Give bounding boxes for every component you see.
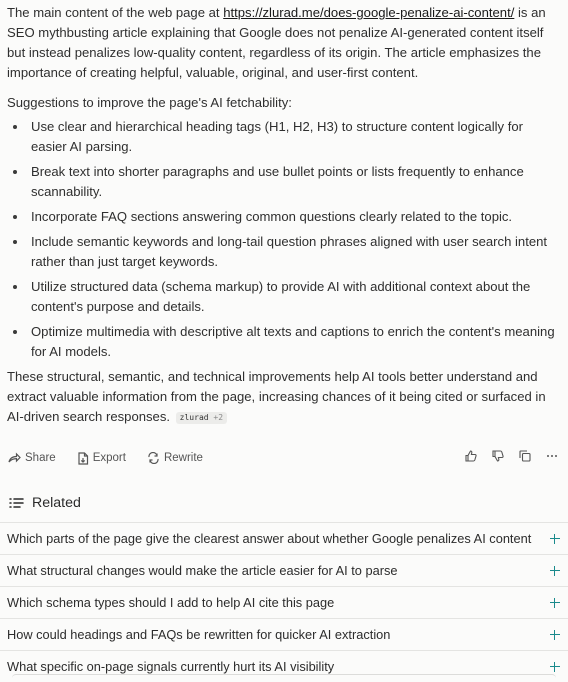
share-button[interactable]: Share: [8, 452, 56, 464]
plus-icon: [550, 565, 560, 576]
share-label: Share: [25, 452, 56, 464]
related-list-icon: [9, 497, 24, 509]
list-item: Utilize structured data (schema markup) …: [7, 277, 555, 317]
list-item: Break text into shorter paragraphs and u…: [7, 162, 555, 202]
closing-paragraph: These structural, semantic, and technica…: [7, 367, 555, 427]
intro-prefix: The main content of the web page at: [7, 5, 224, 20]
rewrite-label: Rewrite: [163, 452, 203, 464]
related-item[interactable]: What structural changes would make the a…: [0, 554, 568, 586]
list-item: Incorporate FAQ sections answering commo…: [7, 207, 555, 227]
related-item-text: Which parts of the page give the cleares…: [7, 531, 532, 546]
related-title: Related: [32, 495, 81, 511]
related-item-text: What structural changes would make the a…: [7, 563, 398, 578]
plus-icon: [550, 629, 560, 640]
export-label: Export: [92, 452, 126, 464]
plus-icon: [550, 661, 560, 672]
list-item: Optimize multimedia with descriptive alt…: [7, 322, 555, 362]
export-button[interactable]: Export: [77, 451, 126, 465]
related-item-text: What specific on-page signals currently …: [7, 659, 335, 674]
citation-badge[interactable]: zlurad +2: [175, 412, 228, 424]
suggestion-list: Use clear and hierarchical heading tags …: [7, 117, 555, 362]
related-item[interactable]: Which schema types should I add to help …: [0, 586, 568, 618]
related-item-text: How could headings and FAQs be rewritten…: [7, 627, 391, 642]
thumbs-down-icon[interactable]: [491, 449, 504, 463]
citation-more: +2: [213, 413, 224, 422]
export-icon: [78, 451, 88, 465]
related-list: Which parts of the page give the cleares…: [0, 522, 568, 682]
rewrite-icon: [148, 452, 159, 464]
list-item: Include semantic keywords and long-tail …: [7, 232, 555, 272]
copy-icon[interactable]: [518, 449, 531, 463]
more-icon[interactable]: [545, 449, 558, 463]
answer-body: The main content of the web page at http…: [7, 0, 555, 427]
intro-paragraph: The main content of the web page at http…: [7, 3, 555, 83]
related-item-text: Which schema types should I add to help …: [7, 595, 335, 610]
closing-text: These structural, semantic, and technica…: [7, 369, 546, 424]
citation-source: zlurad: [179, 413, 209, 422]
related-heading: Related: [9, 495, 81, 511]
answer-actions: Share Export Rewrite: [8, 449, 558, 467]
list-item: Use clear and hierarchical heading tags …: [7, 117, 555, 157]
plus-icon: [550, 597, 560, 608]
follow-up-input-edge[interactable]: [12, 674, 556, 678]
suggestions-heading: Suggestions to improve the page's AI fet…: [7, 95, 292, 110]
source-link[interactable]: https://zlurad.me/does-google-penalize-a…: [223, 5, 514, 20]
related-item[interactable]: Which parts of the page give the cleares…: [0, 522, 568, 554]
rewrite-button[interactable]: Rewrite: [147, 452, 203, 464]
related-item[interactable]: How could headings and FAQs be rewritten…: [0, 618, 568, 650]
thumbs-up-icon[interactable]: [464, 449, 477, 463]
feedback-controls: [450, 449, 558, 463]
plus-icon: [550, 533, 560, 544]
share-icon: [8, 452, 21, 463]
